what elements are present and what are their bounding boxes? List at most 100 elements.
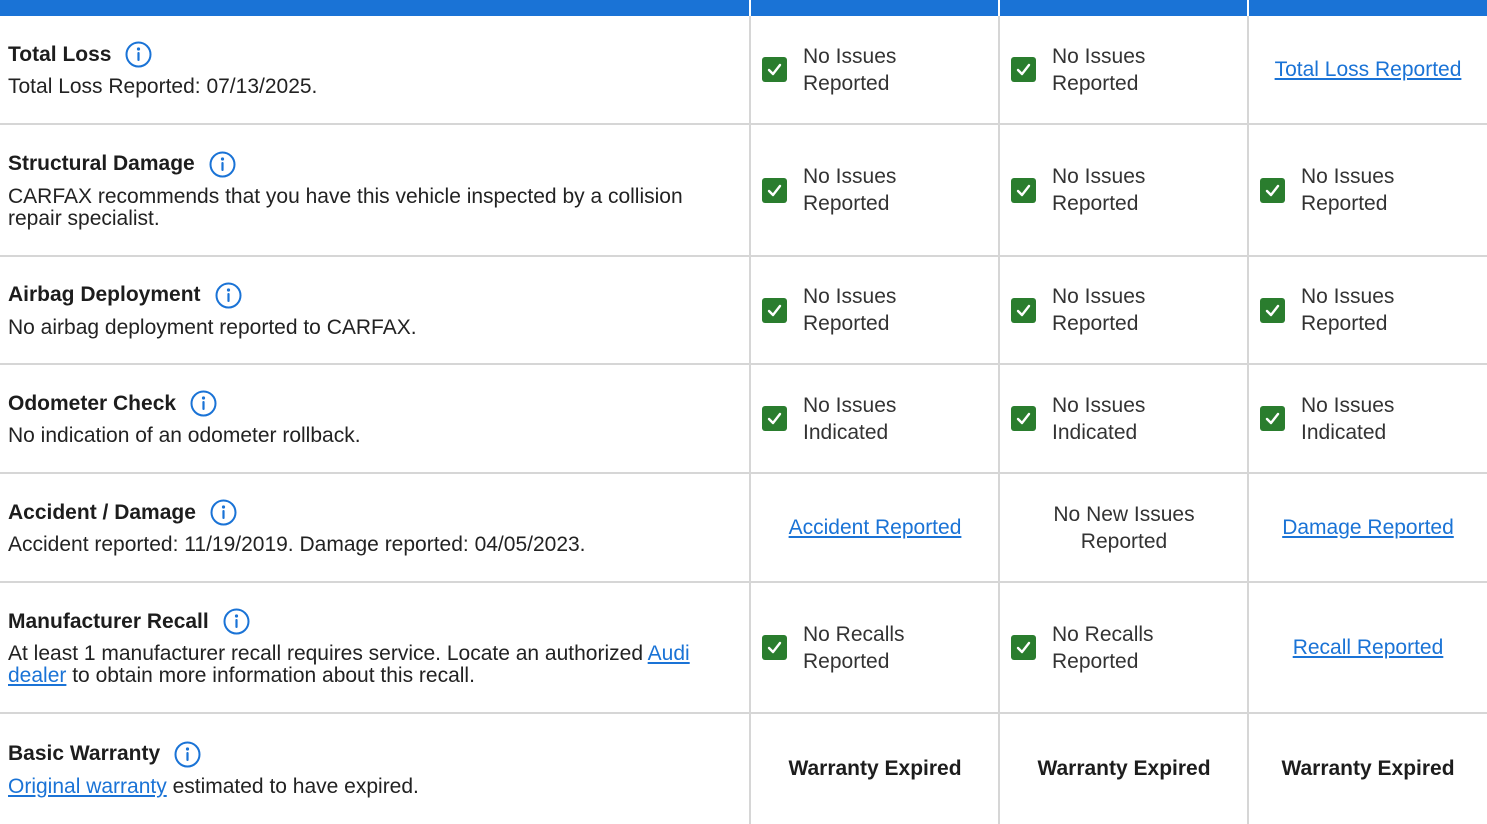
status-text: No Issues Reported bbox=[1301, 285, 1395, 335]
table-row-airbag-deployment: Airbag Deployment No airbag deployment r… bbox=[0, 257, 1487, 365]
status-report-link[interactable]: Total Loss Reported bbox=[1275, 58, 1462, 82]
status-ok: No Issues Reported bbox=[1249, 257, 1487, 363]
status-ok: No Recalls Reported bbox=[751, 583, 999, 712]
history-summary-table: Total Loss Total Loss Reported: 07/13/20… bbox=[0, 16, 1487, 824]
info-icon[interactable] bbox=[223, 608, 250, 635]
checkmark-icon bbox=[762, 57, 787, 82]
status-cell: No Issues Reported bbox=[749, 257, 999, 363]
original-warranty-link[interactable]: Original warranty bbox=[8, 775, 167, 798]
row-body: No indication of an odometer rollback. bbox=[8, 424, 361, 447]
status-ok: No Issues Indicated bbox=[1000, 365, 1248, 472]
status-ok: No Issues Reported bbox=[1000, 257, 1248, 363]
info-icon[interactable] bbox=[215, 282, 242, 309]
checkmark-icon bbox=[1011, 57, 1036, 82]
header-divider bbox=[749, 0, 751, 16]
status-report-link[interactable]: Recall Reported bbox=[1293, 636, 1444, 660]
row-description: Total Loss Total Loss Reported: 07/13/20… bbox=[0, 16, 750, 123]
status-ok: No Issues Reported bbox=[751, 16, 999, 123]
warranty-status: Warranty Expired bbox=[1281, 757, 1455, 780]
warranty-status: Warranty Expired bbox=[788, 757, 962, 780]
header-divider bbox=[998, 0, 1000, 16]
row-body-text: At least 1 manufacturer recall requires … bbox=[8, 642, 648, 665]
status-text: No Issues Indicated bbox=[1301, 393, 1395, 444]
status-text: No Recalls Reported bbox=[1052, 622, 1154, 673]
status-text: No Issues Reported bbox=[1301, 165, 1395, 215]
status-ok: No Issues Reported bbox=[1249, 125, 1487, 255]
row-description: Structural Damage CARFAX recommends that… bbox=[0, 125, 750, 255]
info-icon[interactable] bbox=[209, 151, 236, 178]
table-row-odometer-check: Odometer Check No indication of an odome… bbox=[0, 365, 1487, 474]
info-icon[interactable] bbox=[210, 499, 237, 526]
row-description: Basic Warranty Original warranty estimat… bbox=[0, 714, 750, 824]
status-cell: No Issues Reported bbox=[998, 125, 1248, 255]
info-icon[interactable] bbox=[190, 390, 217, 417]
status-text: No Issues Reported bbox=[1052, 165, 1146, 215]
status-text: No Issues Reported bbox=[803, 165, 897, 215]
checkmark-icon bbox=[1011, 406, 1036, 431]
checkmark-icon bbox=[762, 406, 787, 431]
status-cell: No Issues Reported bbox=[749, 125, 999, 255]
status-ok: No Issues Reported bbox=[1000, 16, 1248, 123]
status-cell: No Issues Indicated bbox=[1247, 365, 1487, 472]
row-body: At least 1 manufacturer recall requires … bbox=[8, 643, 722, 687]
status-ok: No Issues Indicated bbox=[751, 365, 999, 472]
status-ok: No Issues Reported bbox=[751, 125, 999, 255]
status-cell: Warranty Expired bbox=[749, 714, 999, 824]
status-cell: Recall Reported bbox=[1247, 583, 1487, 712]
status-cell: No New Issues Reported bbox=[998, 474, 1248, 581]
row-description: Accident / Damage Accident reported: 11/… bbox=[0, 474, 750, 581]
status-cell: No Recalls Reported bbox=[998, 583, 1248, 712]
table-row-basic-warranty: Basic Warranty Original warranty estimat… bbox=[0, 714, 1487, 824]
row-description: Manufacturer Recall At least 1 manufactu… bbox=[0, 583, 750, 712]
status-cell: No Issues Reported bbox=[998, 257, 1248, 363]
row-title: Odometer Check bbox=[8, 391, 177, 415]
row-body: CARFAX recommends that you have this veh… bbox=[8, 184, 683, 230]
status-cell: No Issues Indicated bbox=[749, 365, 999, 472]
status-text: No Issues Indicated bbox=[1052, 393, 1146, 444]
row-body-text: to obtain more information about this re… bbox=[66, 664, 475, 687]
status-cell: Accident Reported bbox=[749, 474, 999, 581]
row-body: Accident reported: 11/19/2019. Damage re… bbox=[8, 533, 586, 556]
status-report-link[interactable]: Damage Reported bbox=[1282, 516, 1454, 540]
table-row-total-loss: Total Loss Total Loss Reported: 07/13/20… bbox=[0, 16, 1487, 125]
status-ok: No Issues Reported bbox=[1000, 125, 1248, 255]
row-body: Total Loss Reported: 07/13/2025. bbox=[8, 75, 318, 98]
row-body: Original warranty estimated to have expi… bbox=[8, 774, 722, 798]
checkmark-icon bbox=[1011, 177, 1036, 203]
status-cell: Damage Reported bbox=[1247, 474, 1487, 581]
info-icon[interactable] bbox=[174, 741, 201, 768]
status-ok: No Issues Reported bbox=[751, 257, 999, 363]
checkmark-icon bbox=[762, 297, 787, 323]
row-title: Basic Warranty bbox=[8, 742, 161, 765]
row-title: Airbag Deployment bbox=[8, 283, 201, 306]
checkmark-icon bbox=[1260, 177, 1285, 203]
status-cell: No Issues Reported bbox=[749, 16, 999, 123]
status-cell: No Issues Reported bbox=[1247, 125, 1487, 255]
warranty-status: Warranty Expired bbox=[1037, 757, 1211, 780]
row-title: Structural Damage bbox=[8, 152, 195, 175]
row-title: Accident / Damage bbox=[8, 500, 196, 524]
status-text: No Recalls Reported bbox=[803, 622, 905, 673]
info-icon[interactable] bbox=[125, 41, 152, 68]
checkmark-icon bbox=[1011, 635, 1036, 660]
status-text: No Issues Reported bbox=[803, 285, 897, 335]
row-body: No airbag deployment reported to CARFAX. bbox=[8, 315, 417, 339]
status-cell: Total Loss Reported bbox=[1247, 16, 1487, 123]
status-cell: Warranty Expired bbox=[998, 714, 1248, 824]
status-cell: No Issues Reported bbox=[998, 16, 1248, 123]
row-description: Airbag Deployment No airbag deployment r… bbox=[0, 257, 750, 363]
status-cell: No Issues Indicated bbox=[998, 365, 1248, 472]
status-ok: No Recalls Reported bbox=[1000, 583, 1248, 712]
checkmark-icon bbox=[1011, 297, 1036, 323]
table-row-manufacturer-recall: Manufacturer Recall At least 1 manufactu… bbox=[0, 583, 1487, 714]
row-description: Odometer Check No indication of an odome… bbox=[0, 365, 750, 472]
checkmark-icon bbox=[762, 635, 787, 660]
table-row-structural-damage: Structural Damage CARFAX recommends that… bbox=[0, 125, 1487, 257]
status-report-link[interactable]: Accident Reported bbox=[789, 516, 962, 540]
status-text: No New Issues Reported bbox=[1053, 502, 1195, 553]
status-cell: No Issues Reported bbox=[1247, 257, 1487, 363]
table-row-accident-damage: Accident / Damage Accident reported: 11/… bbox=[0, 474, 1487, 583]
row-title: Total Loss bbox=[8, 42, 112, 66]
status-text: No Issues Reported bbox=[1052, 285, 1146, 335]
row-body-text: estimated to have expired. bbox=[166, 774, 419, 798]
